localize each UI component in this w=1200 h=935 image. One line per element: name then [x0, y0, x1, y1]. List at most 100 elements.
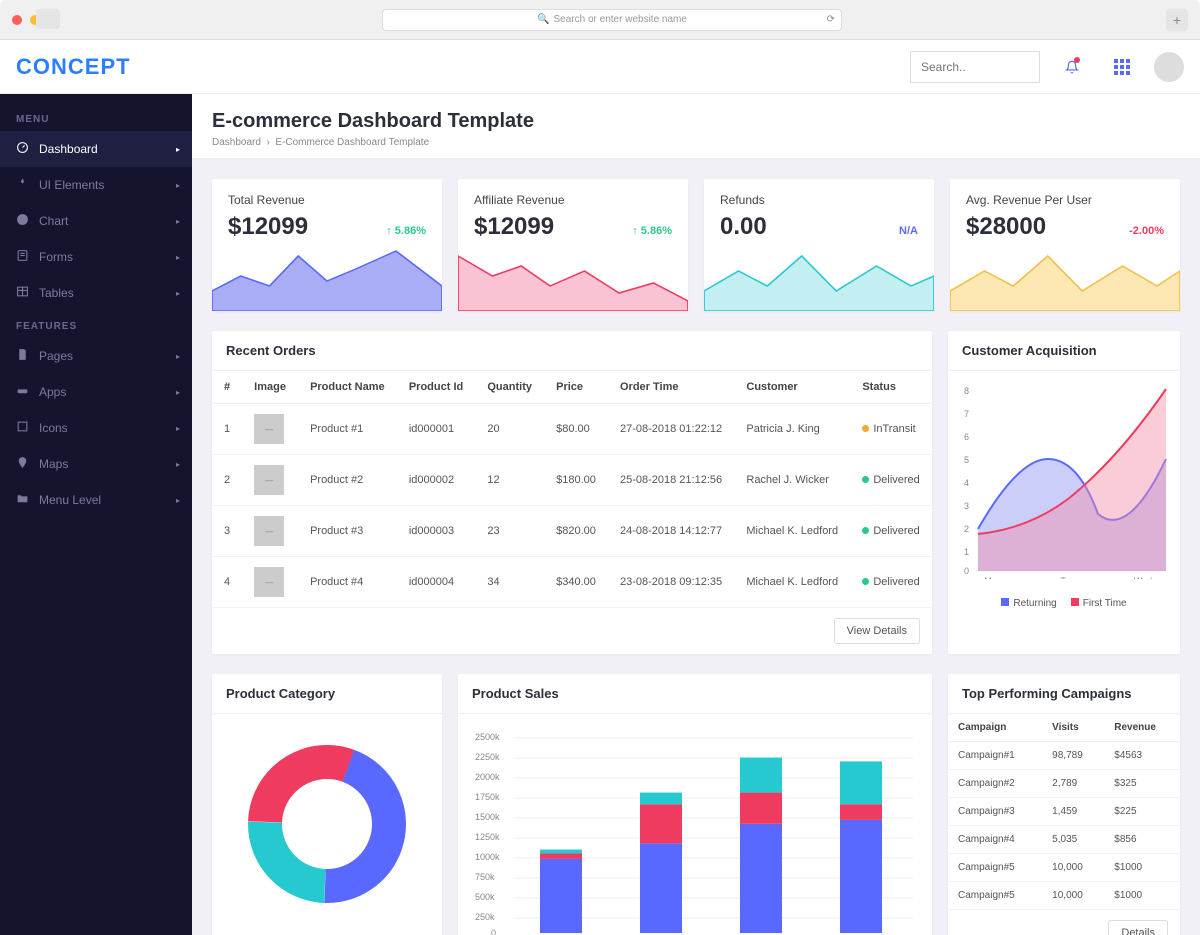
- metric-label: Refunds: [720, 193, 918, 207]
- metric-delta: ↑ 5.86%: [632, 225, 672, 237]
- bar-segment: [640, 804, 682, 843]
- table-icon: [16, 285, 39, 301]
- sidebar-item-menu-level[interactable]: Menu Level▸: [0, 482, 192, 518]
- svg-text:1250k: 1250k: [475, 832, 500, 842]
- metric-card-3: Avg. Revenue Per User $28000 -2.00%: [950, 179, 1180, 311]
- product-sales-panel: Product Sales 2500k2250k2000k1750k 1500k…: [458, 674, 932, 935]
- table-row[interactable]: Campaign#22,789$325: [948, 770, 1180, 798]
- metric-delta: -2.00%: [1129, 225, 1164, 237]
- sparkline-chart: [458, 241, 688, 311]
- search-icon: 🔍: [537, 14, 549, 25]
- bar-segment: [840, 761, 882, 804]
- window-close-dot[interactable]: [12, 15, 22, 25]
- square-icon: [16, 420, 39, 436]
- svg-text:250k: 250k: [475, 912, 495, 922]
- main-content: E-commerce Dashboard Template Dashboard …: [192, 94, 1200, 935]
- brand-logo[interactable]: CONCEPT: [16, 54, 131, 80]
- svg-text:Mon: Mon: [984, 576, 1002, 579]
- table-row[interactable]: Campaign#45,035$856: [948, 826, 1180, 854]
- metric-value: $12099: [228, 213, 308, 241]
- status-dot: [862, 476, 869, 483]
- pin-icon: [16, 456, 39, 472]
- recent-orders-title: Recent Orders: [212, 331, 932, 371]
- orders-col: Image: [242, 371, 298, 404]
- sidebar-item-dashboard[interactable]: Dashboard▸: [0, 131, 192, 167]
- sidebar-item-label: UI Elements: [39, 178, 104, 192]
- sidebar-item-icons[interactable]: Icons ▸: [0, 410, 192, 446]
- chevron-right-icon: ▸: [176, 424, 180, 433]
- pie-icon: [16, 213, 39, 229]
- table-row[interactable]: 2 — Product #2id000002 12$180.00 25-08-2…: [212, 455, 932, 506]
- sidebar-item-forms[interactable]: Forms▸: [0, 239, 192, 275]
- table-row[interactable]: Campaign#510,000$1000: [948, 854, 1180, 882]
- search-input[interactable]: [910, 51, 1040, 83]
- metric-delta: N/A: [899, 225, 918, 237]
- view-details-button[interactable]: View Details: [834, 618, 920, 644]
- acquisition-title: Customer Acquisition: [948, 331, 1180, 371]
- sidebar-item-apps[interactable]: Apps▸: [0, 374, 192, 410]
- breadcrumb-root[interactable]: Dashboard: [212, 137, 261, 148]
- campaigns-details-button[interactable]: Details: [1108, 920, 1168, 935]
- top-campaigns-panel: Top Performing Campaigns CampaignVisitsR…: [948, 674, 1180, 935]
- svg-text:2: 2: [964, 524, 969, 534]
- address-bar[interactable]: 🔍 Search or enter website name ⟳: [382, 9, 842, 31]
- sidebar: MENU Dashboard▸UI Elements▸Chart▸Forms▸T…: [0, 94, 192, 935]
- orders-col: Status: [850, 371, 932, 404]
- sidebar-item-tables[interactable]: Tables▸: [0, 275, 192, 311]
- status-dot: [862, 527, 869, 534]
- campaigns-title: Top Performing Campaigns: [948, 674, 1180, 714]
- metric-card-2: Refunds 0.00 N/A: [704, 179, 934, 311]
- sparkline-chart: [950, 241, 1180, 311]
- privacy-shield-icon[interactable]: [36, 9, 60, 29]
- table-row[interactable]: 1 — Product #1id000001 20$80.00 27-08-20…: [212, 404, 932, 455]
- chevron-right-icon: ▸: [176, 352, 180, 361]
- apps-grid-button[interactable]: [1104, 49, 1140, 85]
- orders-col: #: [212, 371, 242, 404]
- bar-segment: [540, 859, 582, 933]
- bar-segment: [740, 758, 782, 793]
- svg-text:8: 8: [964, 386, 969, 396]
- customer-acquisition-panel: Customer Acquisition 8765 43210 MonTueWe…: [948, 331, 1180, 654]
- bar-segment: [640, 793, 682, 805]
- table-row[interactable]: Campaign#31,459$225: [948, 798, 1180, 826]
- orders-col: Quantity: [475, 371, 544, 404]
- sidebar-item-label: Pages: [39, 349, 73, 363]
- orders-col: Customer: [734, 371, 850, 404]
- orders-col: Price: [544, 371, 608, 404]
- metric-card-0: Total Revenue $12099 ↑ 5.86%: [212, 179, 442, 311]
- campaigns-table: CampaignVisitsRevenue Campaign#198,789$4…: [948, 714, 1180, 910]
- svg-text:1500k: 1500k: [475, 812, 500, 822]
- table-row[interactable]: Campaign#510,000$1000: [948, 882, 1180, 910]
- metric-label: Avg. Revenue Per User: [966, 193, 1164, 207]
- file-icon: [16, 348, 39, 364]
- chevron-right-icon: ▸: [176, 388, 180, 397]
- rocket-icon: [16, 177, 39, 193]
- status-dot: [862, 578, 869, 585]
- table-row[interactable]: 3 — Product #3id000003 23$820.00 24-08-2…: [212, 506, 932, 557]
- sidebar-item-maps[interactable]: Maps▸: [0, 446, 192, 482]
- legend-firsttime: First Time: [1083, 598, 1127, 609]
- sidebar-item-label: Maps: [39, 457, 68, 471]
- table-row[interactable]: 4 — Product #4id000004 34$340.00 23-08-2…: [212, 557, 932, 608]
- address-placeholder: Search or enter website name: [554, 14, 687, 25]
- refresh-icon[interactable]: ⟳: [827, 14, 835, 25]
- table-row[interactable]: Campaign#198,789$4563: [948, 742, 1180, 770]
- form-icon: [16, 249, 39, 265]
- chevron-right-icon: ▸: [176, 181, 180, 190]
- user-avatar[interactable]: [1154, 52, 1184, 82]
- svg-text:5: 5: [964, 455, 969, 465]
- notifications-button[interactable]: [1054, 49, 1090, 85]
- campaigns-col: Revenue: [1104, 714, 1180, 742]
- metric-label: Total Revenue: [228, 193, 426, 207]
- svg-text:2000k: 2000k: [475, 772, 500, 782]
- product-thumbnail: —: [254, 516, 284, 546]
- new-tab-button[interactable]: +: [1166, 9, 1188, 31]
- sidebar-item-ui-elements[interactable]: UI Elements ▸: [0, 167, 192, 203]
- product-thumbnail: —: [254, 414, 284, 444]
- sidebar-item-chart[interactable]: Chart▸: [0, 203, 192, 239]
- sidebar-item-label: Icons: [39, 421, 68, 435]
- category-title: Product Category: [212, 674, 442, 714]
- bar-segment: [740, 793, 782, 824]
- sidebar-item-pages[interactable]: Pages ▸: [0, 338, 192, 374]
- page-title: E-commerce Dashboard Template: [212, 110, 1180, 133]
